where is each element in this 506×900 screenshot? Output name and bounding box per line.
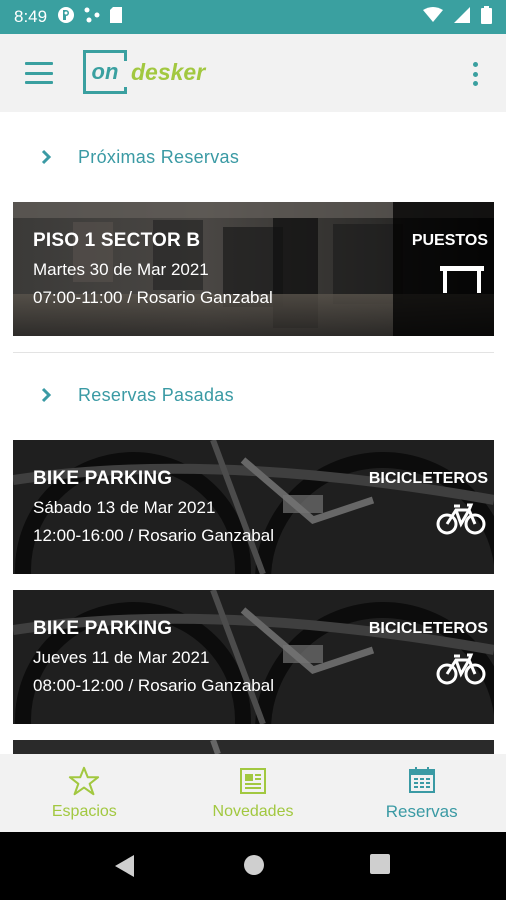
hamburger-menu-icon[interactable] xyxy=(25,62,53,84)
app-logo: on desker xyxy=(83,50,205,94)
app-bar: on desker xyxy=(0,34,506,112)
chevron-right-icon xyxy=(38,148,56,166)
card-type-label: BICICLETEROS xyxy=(368,620,488,637)
chevron-right-icon xyxy=(38,386,56,404)
home-icon[interactable] xyxy=(243,854,265,881)
section-upcoming-header[interactable]: Próximas Reservas xyxy=(0,142,506,172)
card-date: Martes 30 de Mar 2021 xyxy=(33,260,209,279)
reservation-card[interactable]: BIKE PARKING Jueves 11 de Mar 2021 08:00… xyxy=(13,590,494,724)
card-type-label: BICICLETEROS xyxy=(368,470,488,487)
app-notification-icon xyxy=(57,6,75,29)
battery-icon xyxy=(481,5,492,29)
back-icon[interactable] xyxy=(114,854,136,883)
logo-on-text: on xyxy=(91,59,119,84)
recents-icon[interactable] xyxy=(370,854,390,879)
section-upcoming-label: Próximas Reservas xyxy=(78,146,240,167)
desk-icon xyxy=(440,264,484,299)
bicycle-icon xyxy=(436,502,486,541)
status-bar: 8:49 xyxy=(0,0,506,34)
more-options-icon[interactable] xyxy=(472,62,478,86)
sd-card-icon xyxy=(109,6,123,29)
card-title: BIKE PARKING xyxy=(33,468,173,489)
card-title: PISO 1 SECTOR B xyxy=(33,230,201,251)
signal-icon xyxy=(453,6,471,28)
nav-espacios[interactable]: Espacios xyxy=(0,754,169,832)
bicycle-icon xyxy=(436,652,486,691)
system-navigation-bar xyxy=(0,832,506,900)
section-past-header[interactable]: Reservas Pasadas xyxy=(0,380,506,410)
star-icon xyxy=(68,765,100,797)
nodes-notification-icon xyxy=(83,6,101,29)
card-date: Jueves 11 de Mar 2021 xyxy=(33,648,210,667)
reservation-card[interactable]: PISO 1 SECTOR B Martes 30 de Mar 2021 07… xyxy=(13,202,494,336)
nav-reservas-label: Reservas xyxy=(385,802,458,821)
calendar-icon xyxy=(406,764,438,796)
reservation-card-partial[interactable] xyxy=(13,740,494,754)
wifi-icon xyxy=(423,6,443,28)
card-time-user: 07:00-11:00 / Rosario Ganzabal xyxy=(33,288,273,307)
nav-novedades[interactable]: Novedades xyxy=(169,754,338,832)
nav-novedades-label: Novedades xyxy=(212,803,294,820)
reservations-list: Próximas Reservas PISO 1 SECTOR B Martes… xyxy=(0,112,506,754)
card-type-label: PUESTOS xyxy=(411,232,488,249)
reservation-card[interactable]: BIKE PARKING Sábado 13 de Mar 2021 12:00… xyxy=(13,440,494,574)
logo-desker-text: desker xyxy=(131,58,206,85)
nav-reservas[interactable]: Reservas xyxy=(337,754,506,832)
card-time-user: 12:00-16:00 / Rosario Ganzabal xyxy=(33,526,274,545)
card-date: Sábado 13 de Mar 2021 xyxy=(33,498,216,517)
section-past-label: Reservas Pasadas xyxy=(78,384,234,405)
card-time-user: 08:00-12:00 / Rosario Ganzabal xyxy=(33,676,274,695)
card-title: BIKE PARKING xyxy=(33,618,173,639)
nav-espacios-label: Espacios xyxy=(51,803,117,820)
section-divider xyxy=(13,352,494,353)
bottom-navigation: Espacios Novedades Reservas xyxy=(0,754,506,832)
newspaper-icon xyxy=(237,765,269,797)
status-time: 8:49 xyxy=(14,7,48,26)
